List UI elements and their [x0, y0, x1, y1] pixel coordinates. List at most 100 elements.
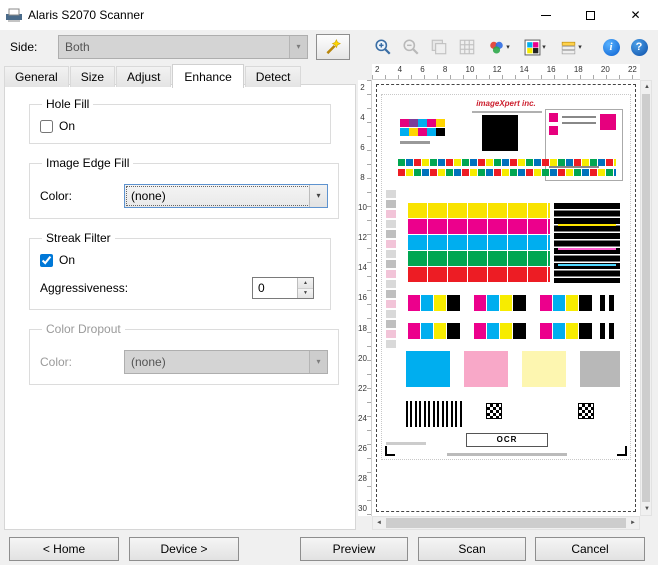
- home-button[interactable]: < Home: [9, 537, 119, 561]
- close-button[interactable]: ✕: [613, 0, 658, 30]
- stack-button[interactable]: ▾: [554, 34, 588, 60]
- hole-fill-on-label: On: [59, 119, 76, 133]
- hole-fill-on-checkbox[interactable]: [40, 119, 53, 133]
- scroll-left-icon[interactable]: ◄: [373, 517, 385, 529]
- qr-code: [578, 403, 594, 419]
- cancel-button[interactable]: Cancel: [535, 537, 645, 561]
- ruler-number: 16: [546, 65, 556, 74]
- zoom-in-icon: [375, 39, 391, 55]
- ruler-corner: [358, 64, 372, 80]
- streak-filter-on-label: On: [59, 253, 76, 267]
- zoom-in-button[interactable]: [370, 34, 396, 60]
- info-icon: i: [602, 38, 620, 56]
- grid-icon: [459, 39, 475, 55]
- scanner-settings-window: Alaris S2070 Scanner ✕ Side: Both ▾ ▾ ▾ …: [0, 0, 658, 565]
- corner-mark: [385, 446, 395, 456]
- side-dropdown: Both ▾: [58, 35, 308, 59]
- tab-enhance[interactable]: Enhance: [172, 64, 244, 88]
- zoom-out-icon: [403, 39, 419, 55]
- hole-fill-title: Hole Fill: [46, 97, 90, 111]
- ruler-number: 26: [358, 443, 367, 453]
- qr-code: [486, 403, 502, 419]
- mini-swatch-row: [398, 169, 616, 176]
- help-icon: ?: [630, 38, 648, 56]
- info-button[interactable]: i: [598, 34, 624, 60]
- preview-button[interactable]: Preview: [300, 537, 408, 561]
- cmyk-patch-cluster: [540, 323, 592, 339]
- green-row: [408, 251, 550, 266]
- zoom-out-button: [398, 34, 424, 60]
- chevron-down-icon: ▾: [289, 36, 307, 58]
- text-line-bar: [549, 166, 599, 168]
- streak-filter-group: Streak Filter On Aggressiveness: 0 ▲ ▼: [29, 231, 331, 310]
- window-title: Alaris S2070 Scanner: [28, 8, 145, 22]
- scroll-down-icon[interactable]: ▼: [641, 503, 653, 515]
- image-edge-fill-title: Image Edge Fill: [46, 156, 130, 170]
- spin-down-button[interactable]: ▼: [298, 287, 313, 298]
- corner-mark: [617, 446, 627, 456]
- dropout-color-label: Color:: [40, 355, 73, 369]
- side-toolbar-row: Side: Both ▾ ▾ ▾ ▾ i ?: [0, 30, 658, 64]
- scan-button[interactable]: Scan: [418, 537, 526, 561]
- ruler-number: 28: [358, 473, 367, 483]
- preview-canvas[interactable]: imageXpert inc. OCR: [372, 80, 640, 516]
- gray-square: [580, 351, 620, 387]
- tab-detect[interactable]: Detect: [244, 66, 302, 87]
- resolution-label-bar: [400, 141, 430, 144]
- minimize-button[interactable]: [523, 0, 568, 30]
- scroll-up-icon[interactable]: ▲: [641, 81, 653, 93]
- streak-filter-title: Streak Filter: [46, 231, 111, 245]
- ruler-number: 12: [358, 233, 367, 243]
- pan-button: [426, 34, 452, 60]
- magenta-patch: [549, 113, 558, 122]
- color-patch-grid: [408, 203, 550, 283]
- ruler-number: 2: [360, 83, 365, 92]
- app-icon: [6, 8, 22, 22]
- black-bar-pair: [600, 295, 614, 311]
- edge-fill-color-dropdown[interactable]: (none) ▾: [124, 184, 328, 208]
- vertical-scrollbar[interactable]: ▲ ▼: [640, 80, 652, 516]
- tab-size[interactable]: Size: [69, 66, 116, 87]
- help-button[interactable]: ?: [626, 34, 652, 60]
- auto-color-button[interactable]: ▾: [482, 34, 516, 60]
- ruler-number: 14: [358, 263, 367, 273]
- maximize-button[interactable]: [568, 0, 613, 30]
- text-sample-block: [554, 203, 620, 283]
- edge-fill-color-value: (none): [131, 189, 166, 203]
- magic-wand-icon: [326, 39, 341, 55]
- chevron-down-icon: ▾: [542, 44, 546, 51]
- device-button[interactable]: Device >: [129, 537, 239, 561]
- titlebar: Alaris S2070 Scanner ✕: [0, 0, 658, 30]
- cmyk-patch-cluster: [408, 323, 460, 339]
- preview-toolbar: ▾ ▾ ▾ i ?: [370, 34, 652, 60]
- ruler-number: 6: [360, 143, 365, 153]
- hole-fill-group: Hole Fill On: [29, 97, 331, 144]
- spin-up-button[interactable]: ▲: [298, 278, 313, 288]
- cyan-row: [408, 235, 550, 250]
- horizontal-scrollbar[interactable]: ◄ ►: [372, 516, 640, 530]
- side-label: Side:: [10, 40, 38, 54]
- output-color-button[interactable]: ▾: [518, 34, 552, 60]
- vertical-scrollbar-thumb[interactable]: [642, 94, 650, 502]
- tab-adjust[interactable]: Adjust: [116, 66, 172, 87]
- streak-filter-on-checkbox[interactable]: [40, 253, 53, 267]
- ruler-number: 14: [519, 65, 529, 74]
- target-subline: [472, 111, 542, 113]
- yellow-text-line: [558, 224, 616, 226]
- pale-yellow-square: [522, 351, 566, 387]
- scan-preview-area: 2 4 6 8 10 12 14 16 18 20 22 2 4 6 8 10 12 14 16 18 20 22 24 2…: [358, 64, 652, 530]
- ruler-number: 22: [627, 65, 637, 74]
- ruler-number: 30: [358, 503, 367, 513]
- barcode: [406, 401, 462, 427]
- scroll-right-icon[interactable]: ►: [627, 517, 639, 529]
- yellow-row: [408, 203, 550, 218]
- ruler-number: 18: [358, 323, 367, 333]
- aggressiveness-stepper[interactable]: 0 ▲ ▼: [252, 277, 314, 299]
- edge-fill-color-label: Color:: [40, 189, 73, 203]
- side-settings-button[interactable]: [316, 34, 350, 60]
- aggressiveness-value: 0: [258, 281, 265, 295]
- tab-general[interactable]: General: [4, 66, 69, 87]
- text-line-bar: [562, 116, 596, 118]
- black-density-square: [482, 115, 518, 151]
- horizontal-scrollbar-thumb[interactable]: [386, 518, 626, 528]
